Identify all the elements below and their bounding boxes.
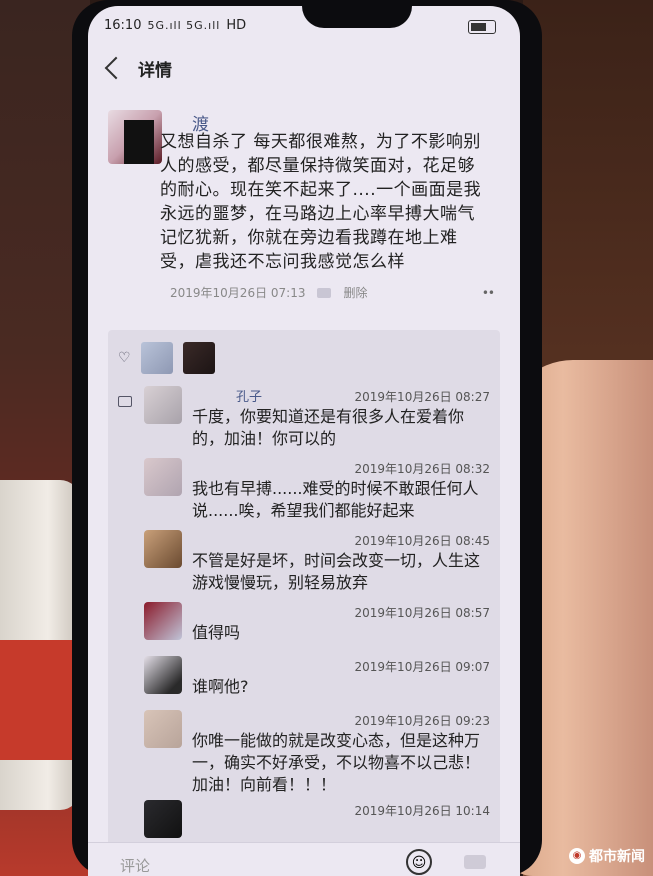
comment-time: 2019年10月26日 08:27 bbox=[354, 390, 490, 404]
comment-text: 你唯一能做的就是改变心态，但是这种万一，确实不好承受，不以物喜不以己悲！加油！向… bbox=[192, 731, 481, 794]
commenter-avatar[interactable] bbox=[144, 602, 182, 640]
comment-text: 不管是好是坏，时间会改变一切，人生这游戏慢慢玩，别轻易放弃 bbox=[192, 551, 481, 592]
watermark: ◉ 都市新闻 bbox=[569, 846, 645, 866]
comment-input[interactable]: 评论 bbox=[120, 855, 150, 876]
status-bar: 16:10 5G.ıll 5G.ıll HD bbox=[104, 18, 246, 33]
nav-bar: 详情 bbox=[88, 48, 520, 88]
post-meta: 2019年10月26日 07:13 删除 bbox=[170, 284, 368, 301]
commenter-avatar[interactable] bbox=[144, 530, 182, 568]
comment-time: 2019年10月26日 10:14 bbox=[354, 804, 490, 818]
liker-avatar[interactable] bbox=[182, 342, 215, 374]
commenter-avatar[interactable] bbox=[144, 656, 182, 694]
commenter-avatar[interactable] bbox=[144, 800, 182, 838]
comments-panel: ♡ 孔子 2019年10月26日 08:27 千度，你要知道还是有很多人在爱着你… bbox=[108, 330, 500, 876]
comment-time: 2019年10月26日 09:07 bbox=[354, 660, 490, 674]
comment-input-bar: 评论 ☺ bbox=[88, 842, 520, 876]
signal-icon: 5G.ıll 5G.ıll bbox=[147, 19, 221, 32]
visibility-icon bbox=[317, 287, 332, 298]
comment-time: 2019年10月26日 08:45 bbox=[354, 534, 490, 548]
battery-icon bbox=[468, 20, 496, 34]
camera-notch bbox=[302, 6, 412, 28]
watermark-text: 都市新闻 bbox=[589, 849, 645, 865]
likes-row: ♡ bbox=[118, 342, 215, 374]
commenter-avatar[interactable] bbox=[144, 386, 182, 424]
status-time: 16:10 bbox=[104, 18, 142, 33]
post-content: 又想自杀了 每天都很难熬，为了不影响别人的感受，都尽量保持微笑面对，花足够的耐心… bbox=[160, 132, 482, 272]
comment-time: 2019年10月26日 08:57 bbox=[354, 606, 490, 620]
post-author-avatar[interactable] bbox=[108, 110, 162, 164]
phone-screen: 16:10 5G.ıll 5G.ıll HD 详情 渡 又想自杀了 每天都很难熬… bbox=[88, 6, 520, 876]
emoji-icon[interactable]: ☺ bbox=[406, 849, 432, 875]
comment-time: 2019年10月26日 09:23 bbox=[354, 714, 490, 728]
delete-link[interactable]: 删除 bbox=[343, 284, 367, 301]
comment-time: 2019年10月26日 08:32 bbox=[354, 462, 490, 476]
liker-avatar[interactable] bbox=[140, 342, 173, 374]
back-arrow-icon[interactable] bbox=[104, 56, 128, 80]
network-label: HD bbox=[226, 18, 247, 33]
commenter-name[interactable]: 孔子 bbox=[236, 386, 262, 405]
post-timestamp: 2019年10月26日 07:13 bbox=[170, 286, 306, 300]
comment-text: 谁啊他? bbox=[192, 677, 249, 696]
cup-band bbox=[0, 640, 80, 760]
page-title: 详情 bbox=[138, 60, 172, 81]
more-options-icon[interactable]: •• bbox=[482, 286, 495, 300]
comment-text: 千度，你要知道还是有很多人在爱着你的，加油！你可以的 bbox=[192, 407, 465, 448]
heart-icon: ♡ bbox=[118, 350, 131, 366]
commenter-avatar[interactable] bbox=[144, 710, 182, 748]
send-icon[interactable] bbox=[464, 855, 486, 869]
comment-text: 我也有早搏......难受的时候不敢跟任何人说......唉，希望我们都能好起来 bbox=[192, 479, 479, 520]
comment-text: 值得吗 bbox=[192, 623, 241, 642]
commenter-avatar[interactable] bbox=[144, 458, 182, 496]
comment-icon bbox=[118, 396, 132, 407]
watermark-logo-icon: ◉ bbox=[569, 848, 585, 864]
